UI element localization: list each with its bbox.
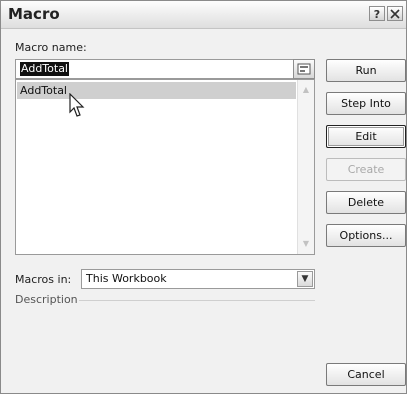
question-mark-icon: ?: [373, 8, 381, 21]
macros-in-value: This Workbook: [86, 272, 167, 285]
title-bar[interactable]: Macro ?: [1, 1, 406, 29]
description-label: Description: [15, 293, 78, 306]
close-icon: [390, 9, 400, 19]
run-button[interactable]: Run: [326, 59, 406, 82]
description-divider: [79, 300, 315, 301]
mouse-pointer-icon: [69, 93, 85, 117]
delete-button[interactable]: Delete: [326, 191, 406, 214]
list-scrollbar[interactable]: ▲ ▼: [297, 80, 314, 254]
macro-dialog: Macro ? Macro name: AddTotal AddTotal ▲ …: [0, 0, 407, 394]
macro-name-label: Macro name:: [15, 41, 87, 54]
scroll-up-icon[interactable]: ▲: [300, 84, 312, 96]
macro-list[interactable]: AddTotal ▲ ▼: [15, 79, 315, 255]
macro-name-value: AddTotal: [20, 62, 69, 76]
dialog-title: Macro: [8, 5, 60, 23]
close-button[interactable]: [387, 6, 403, 21]
edit-button[interactable]: Edit: [326, 125, 406, 148]
list-item[interactable]: AddTotal: [17, 82, 296, 99]
options-button[interactable]: Options...: [326, 224, 406, 247]
step-into-button[interactable]: Step Into: [326, 92, 406, 115]
macros-in-label: Macros in:: [15, 273, 72, 286]
browse-icon: [297, 63, 311, 75]
macros-in-select[interactable]: This Workbook ▼: [81, 269, 315, 289]
cancel-button[interactable]: Cancel: [326, 363, 406, 386]
create-button[interactable]: Create: [326, 158, 406, 181]
help-button[interactable]: ?: [369, 6, 385, 21]
scroll-down-icon[interactable]: ▼: [300, 238, 312, 250]
browse-button[interactable]: [293, 59, 315, 79]
chevron-down-icon[interactable]: ▼: [297, 271, 313, 287]
macro-name-input[interactable]: AddTotal: [15, 59, 315, 79]
